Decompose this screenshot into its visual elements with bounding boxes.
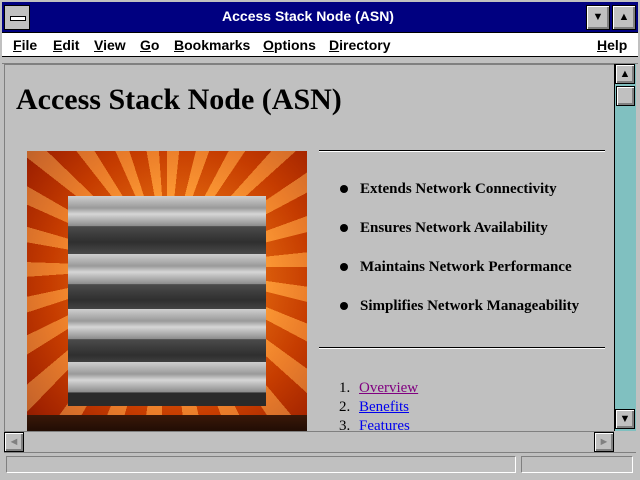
scroll-right-button[interactable]: ► (594, 432, 614, 452)
bullet-icon (340, 185, 348, 193)
menu-bar: File Edit View Go Bookmarks Options Dire… (0, 33, 640, 57)
divider-bottom (319, 347, 605, 349)
status-bar (4, 452, 636, 476)
title-bar: Access Stack Node (ASN) ▼ ▲ (0, 0, 640, 33)
scroll-left-button[interactable]: ◄ (4, 432, 24, 452)
maximize-button[interactable]: ▲ (612, 5, 636, 30)
bullet-icon (340, 302, 348, 310)
toolbar-separator (0, 57, 640, 64)
vertical-scrollbar[interactable]: ▲ ▼ (614, 64, 636, 431)
link-row: 2. Benefits (339, 399, 409, 415)
menu-bookmarks[interactable]: Bookmarks (174, 37, 250, 53)
arrow-left-icon: ◄ (8, 436, 20, 448)
link-row: 1. Overview (339, 380, 419, 396)
minimize-button[interactable]: ▼ (586, 5, 610, 30)
horizontal-scrollbar[interactable]: ◄ ► (4, 431, 614, 452)
maximize-icon: ▲ (618, 11, 630, 23)
link-benefits[interactable]: Benefits (359, 399, 409, 415)
divider-top (319, 150, 605, 152)
bullet-icon (340, 224, 348, 232)
arrow-down-icon: ▼ (619, 413, 631, 425)
page-title: Access Stack Node (ASN) (16, 83, 342, 116)
status-message (6, 456, 516, 473)
link-row: 3. Features (339, 418, 418, 431)
network-chassis-image (68, 196, 266, 406)
progress-indicator (521, 456, 633, 473)
scroll-up-button[interactable]: ▲ (615, 64, 635, 84)
topic-links: 1. Overview 2. Benefits 3. Features (339, 380, 418, 431)
scroll-down-button[interactable]: ▼ (615, 409, 635, 429)
product-photo (27, 151, 307, 431)
menu-help[interactable]: Help (597, 37, 627, 53)
menu-directory[interactable]: Directory (329, 37, 390, 53)
menu-options[interactable]: Options (263, 37, 316, 53)
document-view: Access Stack Node (ASN) Extends Network … (4, 64, 614, 431)
vertical-scroll-thumb[interactable] (616, 86, 635, 106)
minimize-icon: ▼ (592, 11, 604, 23)
link-overview[interactable]: Overview (359, 380, 418, 396)
menu-file[interactable]: File (13, 37, 37, 53)
arrow-up-icon: ▲ (619, 68, 631, 80)
arrow-right-icon: ► (598, 436, 610, 448)
system-menu-icon (10, 16, 26, 21)
menu-go[interactable]: Go (140, 37, 159, 53)
scrollbar-corner (614, 431, 636, 451)
link-features[interactable]: Features (359, 418, 410, 431)
system-menu-button[interactable] (4, 5, 30, 30)
menu-edit[interactable]: Edit (53, 37, 79, 53)
bullet-icon (340, 263, 348, 271)
menu-view[interactable]: View (94, 37, 126, 53)
window-title: Access Stack Node (ASN) (222, 8, 394, 24)
